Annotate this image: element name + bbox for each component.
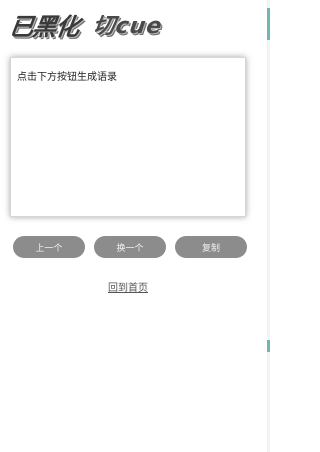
quote-text: 点击下方按钮生成语录 [17, 72, 117, 83]
scrollbar-thumb-lower[interactable] [267, 340, 270, 352]
app-logo: 已黑化 切cue [7, 6, 246, 42]
quote-card: 点击下方按钮生成语录 [10, 57, 246, 217]
logo-text-primary: 已黑化 [7, 12, 81, 41]
logo-text-secondary: 切cue [90, 14, 165, 39]
scrollbar-track[interactable] [267, 0, 270, 452]
back-home-link[interactable]: 回到首页 [0, 279, 256, 294]
change-button[interactable]: 换一个 [94, 236, 166, 258]
scrollbar-thumb[interactable] [267, 8, 270, 40]
previous-button[interactable]: 上一个 [13, 236, 85, 258]
copy-button[interactable]: 复制 [175, 236, 247, 258]
